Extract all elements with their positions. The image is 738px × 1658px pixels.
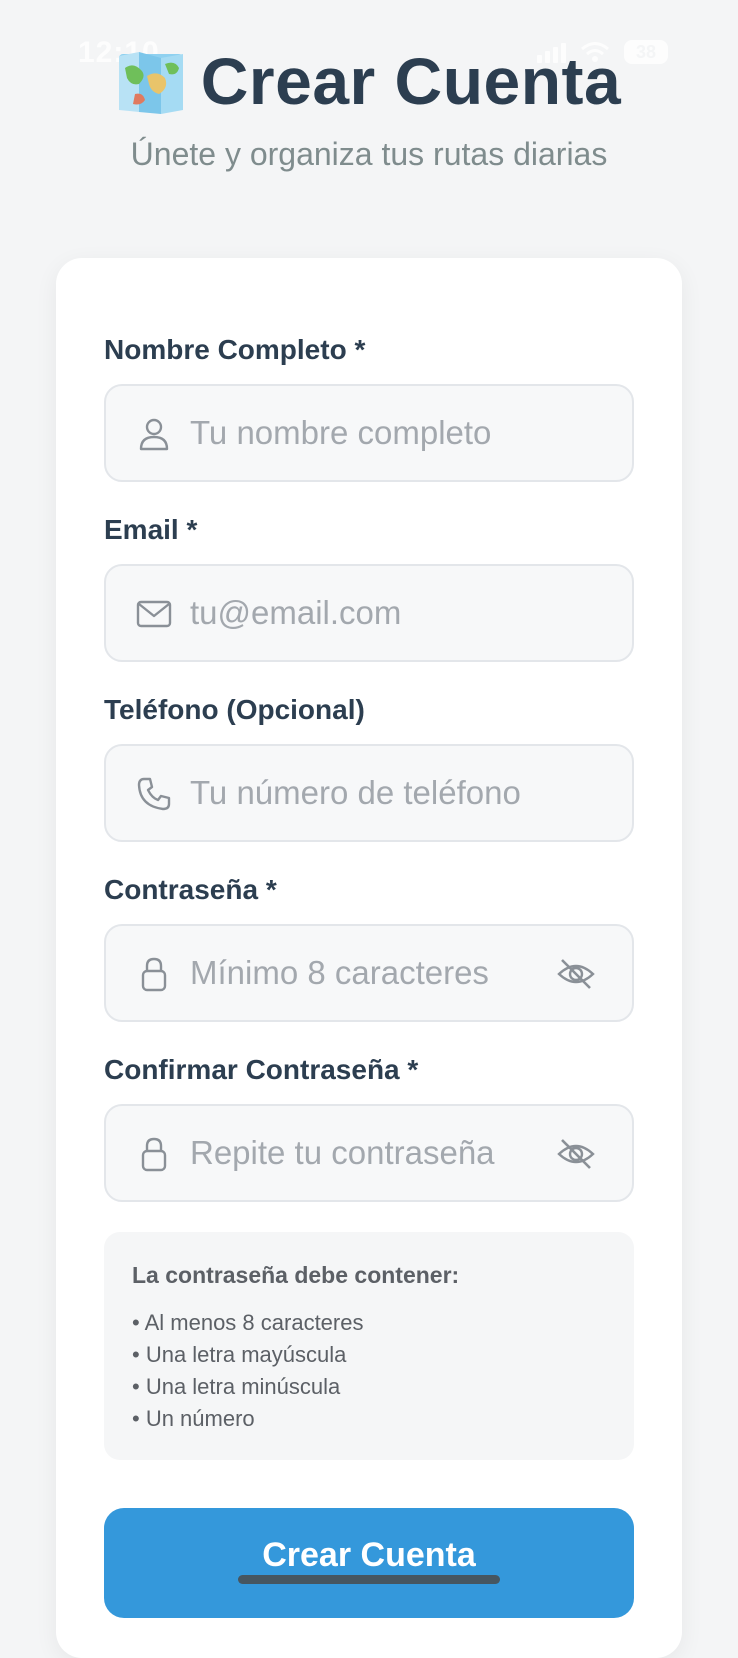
name-field[interactable] [104,384,634,482]
requirement-item: • Un número [132,1406,255,1431]
requirement-item: • Al menos 8 caracteres [132,1310,364,1335]
lock-icon [141,1137,167,1172]
password-input[interactable] [190,926,570,1020]
requirement-item: • Una letra mayúscula [132,1342,347,1367]
phone-input[interactable] [190,746,570,840]
phone-field[interactable] [104,744,634,842]
name-label: Nombre Completo * [104,334,366,365]
name-input[interactable] [190,386,570,480]
lock-icon [141,957,167,992]
eye-off-icon[interactable] [556,956,596,992]
page-title: Crear Cuenta [200,44,622,118]
email-field[interactable] [104,564,634,662]
requirement-item: • Una letra minúscula [132,1374,341,1399]
page-subtitle: Únete y organiza tus rutas diarias [130,136,608,172]
requirements-title: La contraseña debe contener: [132,1262,460,1288]
password-label: Contraseña * [104,874,277,905]
confirm-password-label: Confirmar Contraseña * [104,1054,419,1085]
phone-icon [137,777,171,811]
world-map-icon [118,52,183,114]
envelope-icon [136,600,172,628]
confirm-password-field[interactable] [104,1104,634,1202]
eye-off-icon[interactable] [556,1136,596,1172]
create-account-button[interactable]: Crear Cuenta [104,1508,634,1618]
password-field[interactable] [104,924,634,1022]
home-indicator [238,1575,500,1584]
password-requirements: La contraseña debe contener: • Al menos … [104,1232,634,1460]
phone-label: Teléfono (Opcional) [104,694,365,725]
confirm-password-input[interactable] [190,1106,570,1200]
title-row: Crear Cuenta [0,40,738,122]
user-icon [139,418,169,451]
email-input[interactable] [190,566,570,660]
page-header: Crear Cuenta Únete y organiza tus rutas … [0,40,738,173]
email-label: Email * [104,514,198,545]
